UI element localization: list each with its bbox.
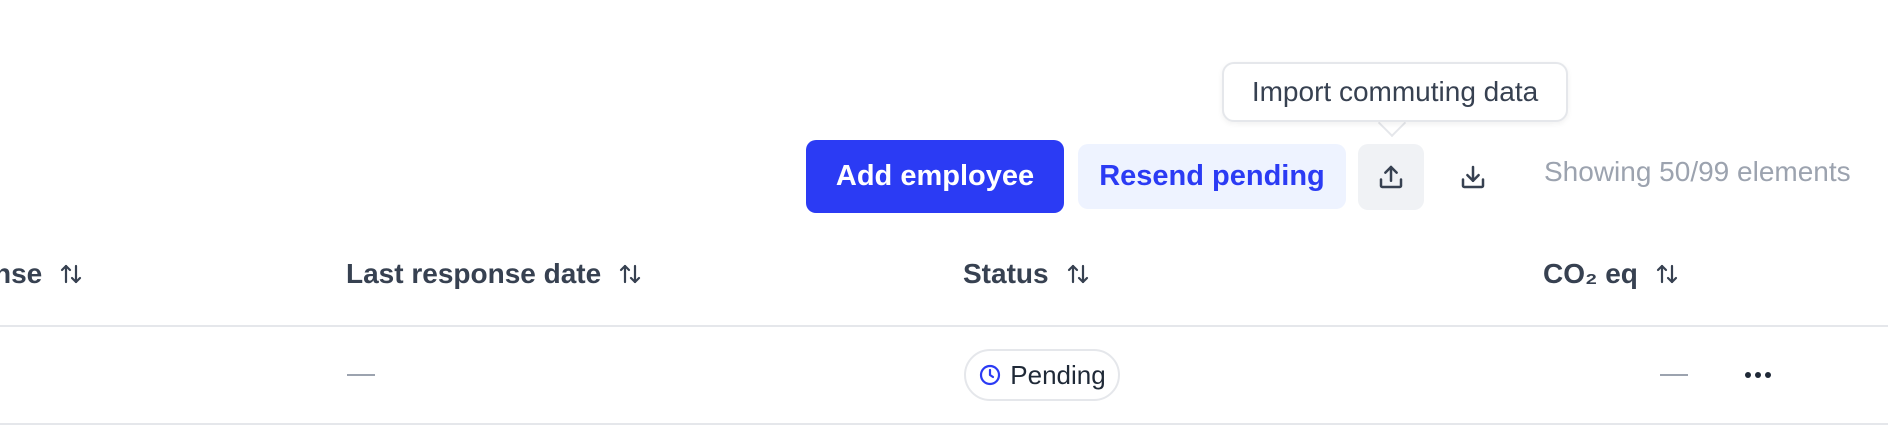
column-header-last-response-date[interactable]: Last response date <box>346 258 641 290</box>
column-header-co2-eq[interactable]: CO₂ eq <box>1543 258 1678 290</box>
sort-icon[interactable] <box>60 262 82 286</box>
row-divider <box>0 423 1888 425</box>
download-icon <box>1461 165 1485 189</box>
export-button[interactable] <box>1440 144 1506 210</box>
sort-icon[interactable] <box>1067 262 1089 286</box>
column-header-status[interactable]: Status <box>963 258 1089 290</box>
column-header-label: Status <box>963 258 1049 289</box>
import-commuting-data-button[interactable] <box>1358 144 1424 210</box>
last-response-date-empty <box>347 374 375 376</box>
sort-icon[interactable] <box>1656 262 1678 286</box>
add-employee-label: Add employee <box>835 160 1035 192</box>
employee-table-page: Import commuting data Add employee Resen… <box>0 0 1888 440</box>
upload-icon <box>1379 165 1403 189</box>
status-label: Pending <box>1010 359 1106 390</box>
status-badge: Pending <box>964 349 1120 401</box>
header-divider <box>0 325 1888 327</box>
column-header-label: Last response date <box>346 258 602 289</box>
add-employee-button[interactable]: Add employee <box>806 140 1064 213</box>
co2-eq-empty <box>1660 374 1688 376</box>
tooltip-text: Import commuting data <box>1251 76 1539 107</box>
column-header-response[interactable]: nse <box>0 258 82 290</box>
row-actions-button[interactable] <box>1738 358 1778 392</box>
more-horizontal-icon <box>1745 372 1771 378</box>
import-tooltip: Import commuting data <box>1222 62 1568 122</box>
column-header-label: CO₂ eq <box>1543 258 1638 289</box>
sort-icon[interactable] <box>619 262 641 286</box>
clock-icon <box>978 363 1002 387</box>
resend-pending-button[interactable]: Resend pending <box>1078 144 1346 209</box>
column-header-label: nse <box>0 258 43 289</box>
pagination-count: Showing 50/99 elements <box>1544 156 1851 187</box>
resend-pending-label: Resend pending <box>1099 160 1325 192</box>
